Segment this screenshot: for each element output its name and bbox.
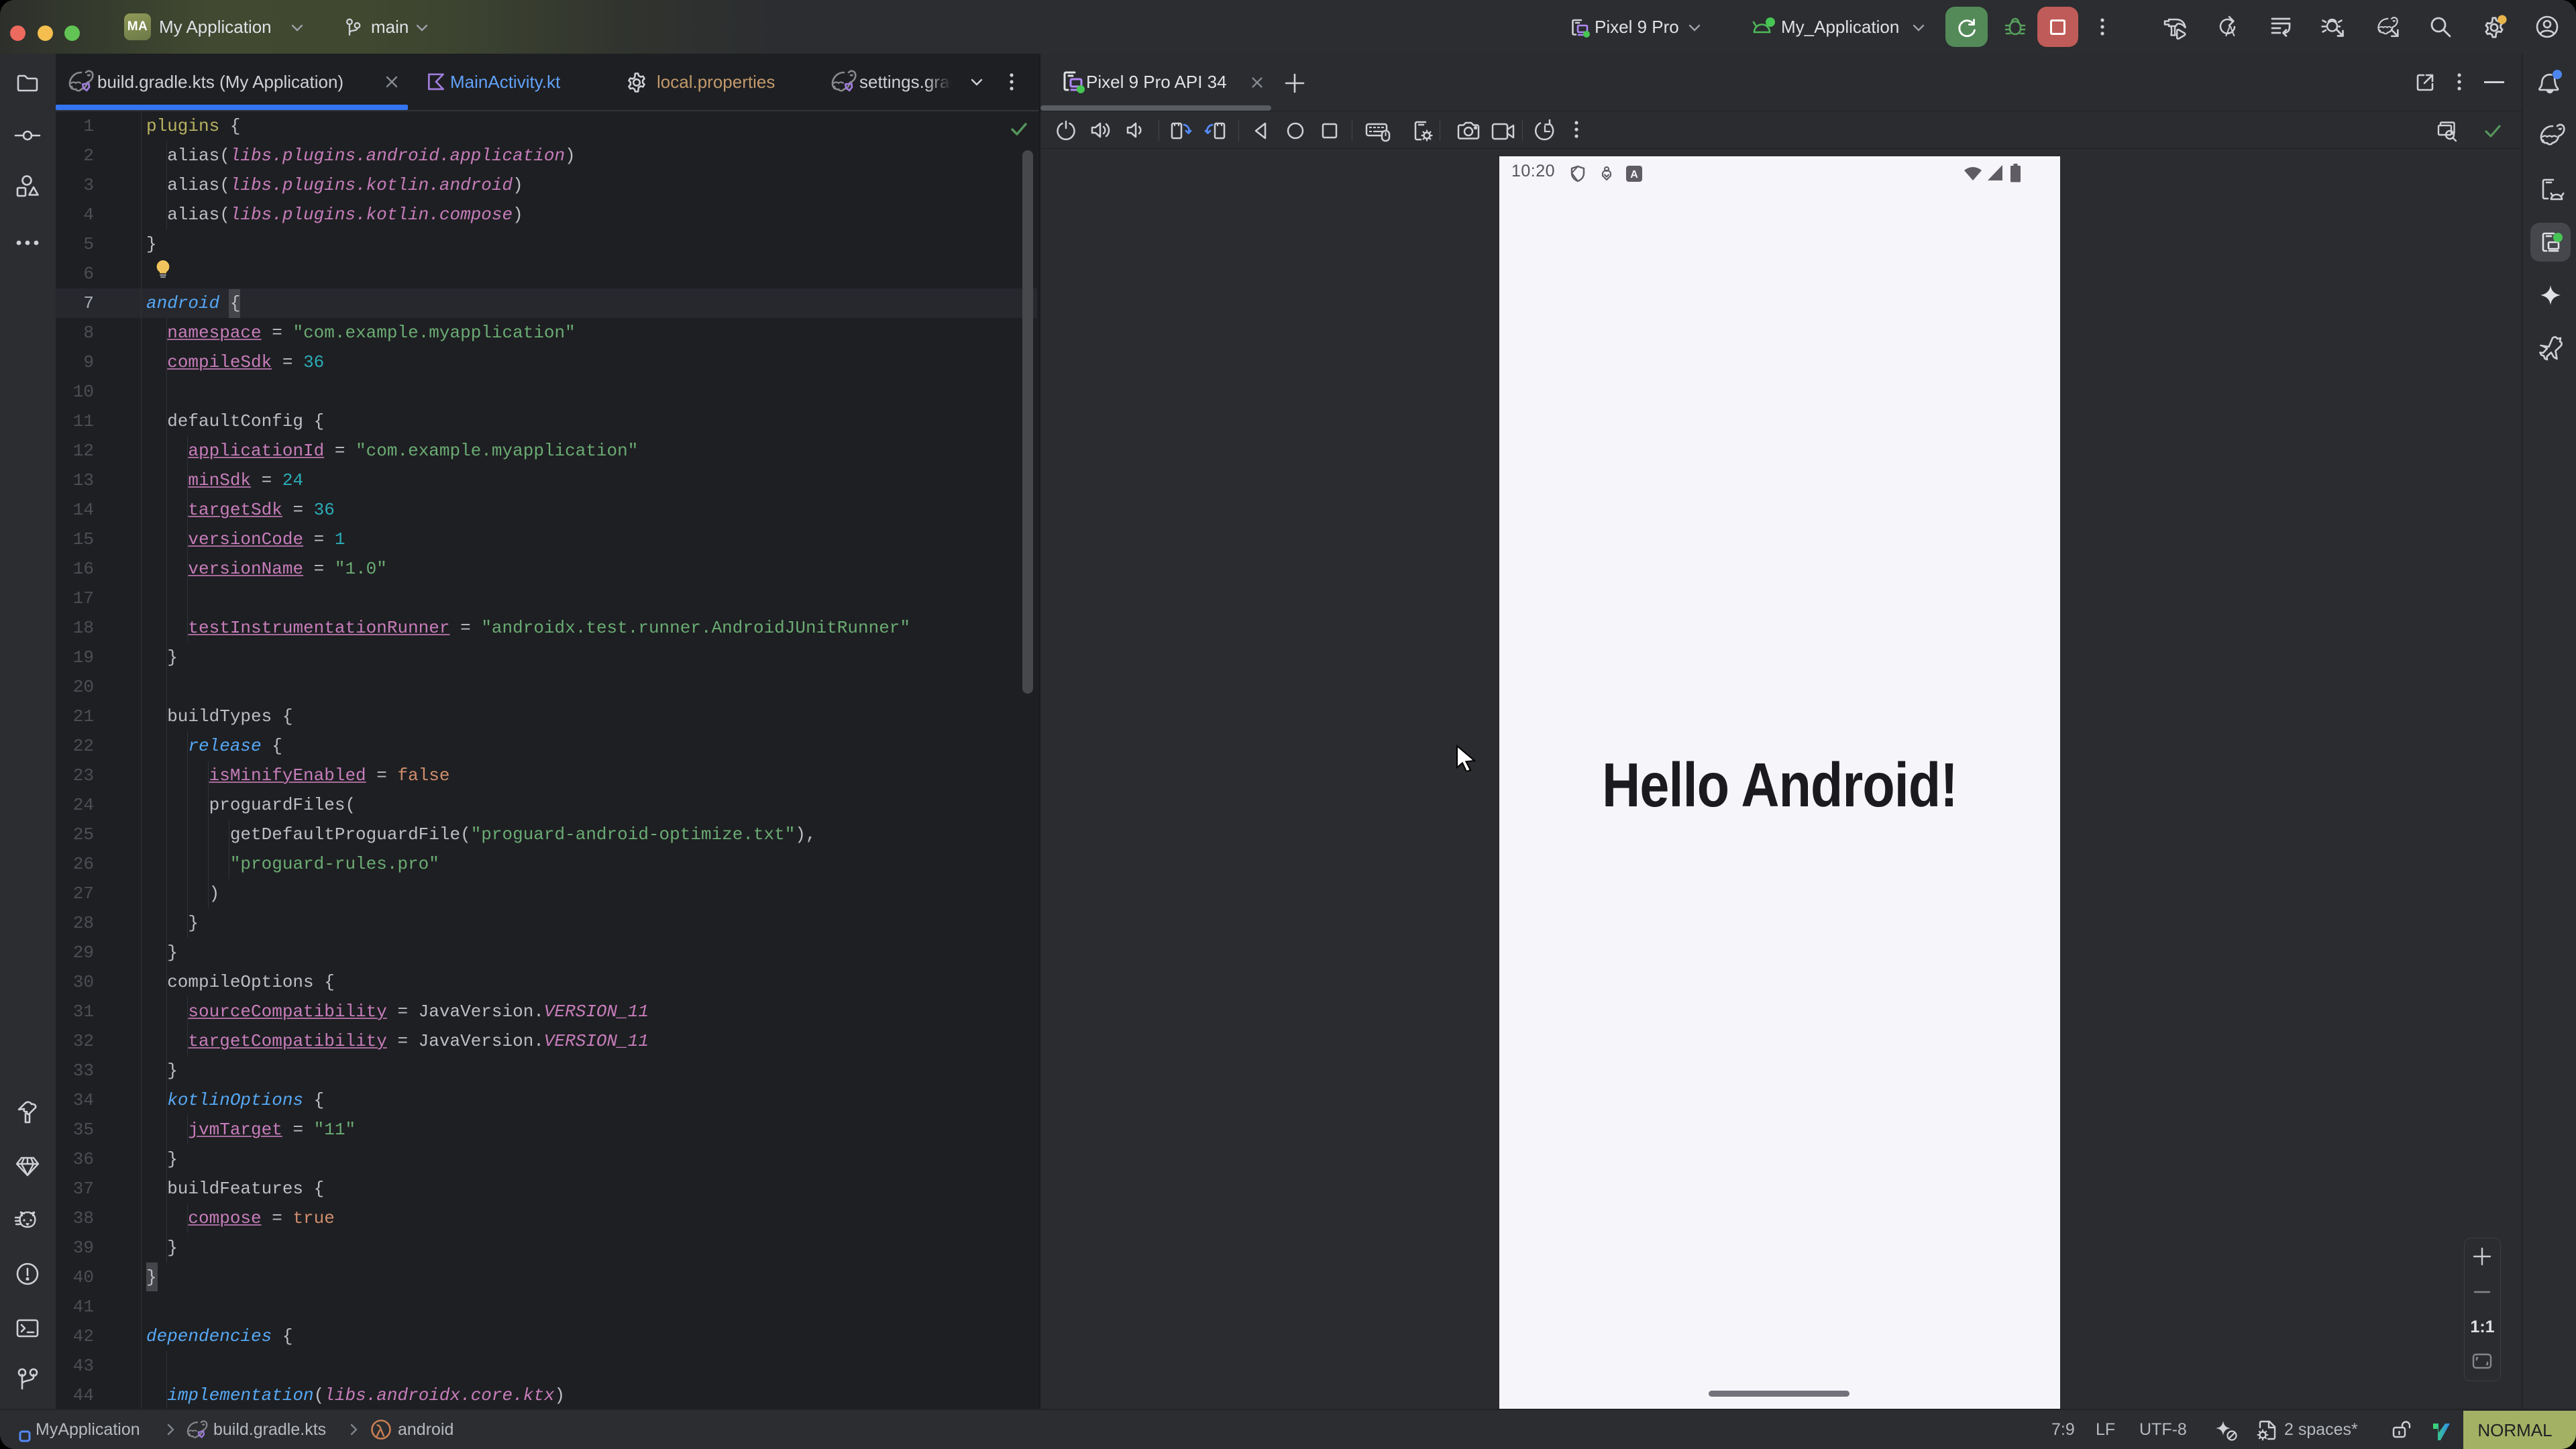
svg-text:A: A [2225, 23, 2235, 40]
svg-text:A: A [1630, 169, 1638, 180]
